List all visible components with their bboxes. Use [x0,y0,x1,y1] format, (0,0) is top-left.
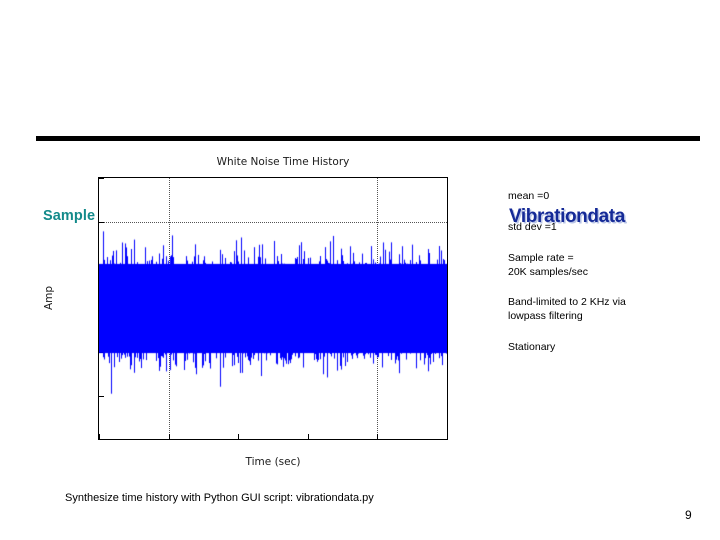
chart-title: White Noise Time History [216,156,350,168]
x-tick-label: 0 [99,439,105,440]
annotation-std-dev: std dev =1 [508,220,557,233]
x-tick-label: 4 [235,439,241,440]
x-tick-mark [447,434,448,439]
annotation-sample-rate: Sample rate = 20K samples/sec [508,251,588,278]
y-tick-mark [99,439,104,440]
y-axis-label: Amp [43,285,56,311]
annotation-stationary: Stationary [508,341,556,354]
footer-caption: Synthesize time history with Python GUI … [65,492,374,504]
x-tick-label: 10 [438,439,448,440]
annotation-mean: mean =0 [508,190,550,202]
annotation-band-limit: Band-limited to 2 KHz via lowpass filter… [508,296,626,323]
page-number: 9 [685,508,692,522]
annotation-list: mean =0 std dev =1 Sample rate = 20K sampl… [508,190,708,355]
x-tick-label: 8 [374,439,380,440]
x-tick-label: 6 [305,439,311,440]
plot-area: −6−4−202460246810 [98,177,448,440]
waveform-trace [99,178,447,439]
header-divider [36,136,700,141]
x-axis-label: Time (sec) [245,456,301,468]
x-tick-label: 2 [165,439,171,440]
chart-figure: White Noise Time History −6−4−2024602468… [43,152,465,474]
